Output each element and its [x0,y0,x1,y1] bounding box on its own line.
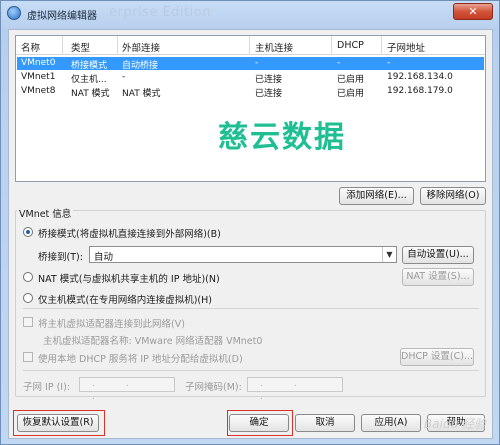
table-row-vmnet8[interactable]: VMnet8 NAT 模式 NAT 模式 已连接 已启用 192.168.179… [17,85,484,99]
divider [23,370,479,371]
cell-subnet: 192.168.179.0 [387,86,453,96]
cell-subnet: - [387,58,391,68]
connect-adapter-checkbox[interactable] [23,317,33,327]
apply-button[interactable]: 应用(A) [361,414,421,432]
column-header-subnet[interactable]: 子网地址 [387,40,425,54]
table-row-vmnet1[interactable]: VMnet1 仅主机... - 已连接 已启用 192.168.134.0 [17,71,484,85]
host-only-radio[interactable] [23,293,33,303]
window-title: 虚拟网络编辑器 [27,11,97,22]
corner-watermark: Baidu 经验 [424,417,486,431]
vmnet-info-title: VMnet 信息 [17,206,74,220]
use-dhcp-checkbox[interactable] [23,352,33,362]
cell-subnet: 192.168.134.0 [387,72,453,82]
column-divider[interactable] [331,36,332,55]
add-network-button[interactable]: 添加网络(E)... [339,187,414,205]
remove-network-button[interactable]: 移除网络(O) [420,187,486,205]
cell-type: 仅主机... [71,75,107,85]
cell-host: - [255,58,259,68]
cell-dhcp: 已启用 [337,75,365,85]
cell-host: 已连接 [255,89,283,99]
host-only-label[interactable]: 仅主机模式(在专用网络内连接虚拟机)(H) [38,292,212,306]
bridged-to-value: 自动 [94,252,114,263]
column-header-external[interactable]: 外部连接 [122,40,160,54]
virtual-network-editor-window: 虚拟网络编辑器 erprise Edition ✕ 名称 类型 外部连接 主机连… [0,0,500,445]
cell-host: 已连接 [255,75,283,85]
dhcp-settings-button[interactable]: DHCP 设置(C)... [400,348,474,366]
column-divider[interactable] [117,36,118,55]
cell-name: VMnet1 [21,72,56,82]
cell-name: VMnet8 [21,86,56,96]
divider [23,308,479,309]
cell-type: 桥接模式 [71,61,108,71]
bridged-to-select[interactable]: 自动 ▼ [89,246,397,263]
cancel-button[interactable]: 取消 [295,414,355,432]
cell-dhcp: 已启用 [337,89,365,99]
nat-mode-label[interactable]: NAT 模式(与虚拟机共享主机的 IP 地址)(N) [38,271,220,285]
column-header-dhcp[interactable]: DHCP [337,40,364,51]
title-bar[interactable]: 虚拟网络编辑器 erprise Edition ✕ [1,1,499,27]
chevron-down-icon[interactable]: ▼ [382,247,396,262]
column-divider[interactable] [62,36,63,55]
bridged-mode-radio[interactable] [23,227,33,237]
cell-dhcp: - [337,58,341,68]
auto-settings-button[interactable]: 自动设置(U)... [402,246,474,264]
close-button[interactable]: ✕ [453,3,493,20]
bridged-to-label: 桥接到(T): [38,252,83,263]
network-table[interactable]: 名称 类型 外部连接 主机连接 DHCP 子网地址 VMnet0 桥接模式 自动… [15,35,486,182]
cell-name: VMnet0 [21,58,56,68]
nat-settings-button[interactable]: NAT 设置(S)... [402,268,474,286]
column-divider[interactable] [381,36,382,55]
subnet-mask-label: 子网掩码(M): [185,382,242,393]
nat-mode-radio[interactable] [23,272,33,282]
column-header-host[interactable]: 主机连接 [255,40,293,54]
cell-external: - [122,72,126,82]
title-watermark: erprise Edition [109,5,211,20]
dialog-body: 名称 类型 外部连接 主机连接 DHCP 子网地址 VMnet0 桥接模式 自动… [8,29,493,439]
adapter-name-label: 主机虚拟适配器名称: VMware 网络适配器 VMnet0 [43,336,263,347]
column-header-name[interactable]: 名称 [21,40,40,54]
column-header-type[interactable]: 类型 [71,40,90,54]
highlight-box [227,410,293,436]
highlight-box [13,410,105,436]
cell-external: 自动桥接 [122,61,159,71]
cell-external: NAT 模式 [122,89,161,99]
column-divider[interactable] [249,36,250,55]
table-row-vmnet0[interactable]: VMnet0 桥接模式 自动桥接 - - - [17,57,484,71]
bridged-mode-label[interactable]: 桥接模式(将虚拟机直接连接到外部网络)(B) [38,226,221,240]
vmware-network-icon [7,6,21,20]
connect-adapter-label[interactable]: 将主机虚拟适配器连接到此网络(V) [38,316,185,330]
cell-type: NAT 模式 [71,89,110,99]
use-dhcp-label[interactable]: 使用本地 DHCP 服务将 IP 地址分配给虚拟机(D) [38,351,243,365]
table-header: 名称 类型 外部连接 主机连接 DHCP 子网地址 [16,36,485,55]
subnet-ip-input[interactable]: . . . [79,377,175,402]
overlay-watermark: 慈云数据 [218,120,346,155]
subnet-mask-input[interactable]: . . . [247,377,343,402]
subnet-ip-label: 子网 IP (I): [23,382,70,393]
